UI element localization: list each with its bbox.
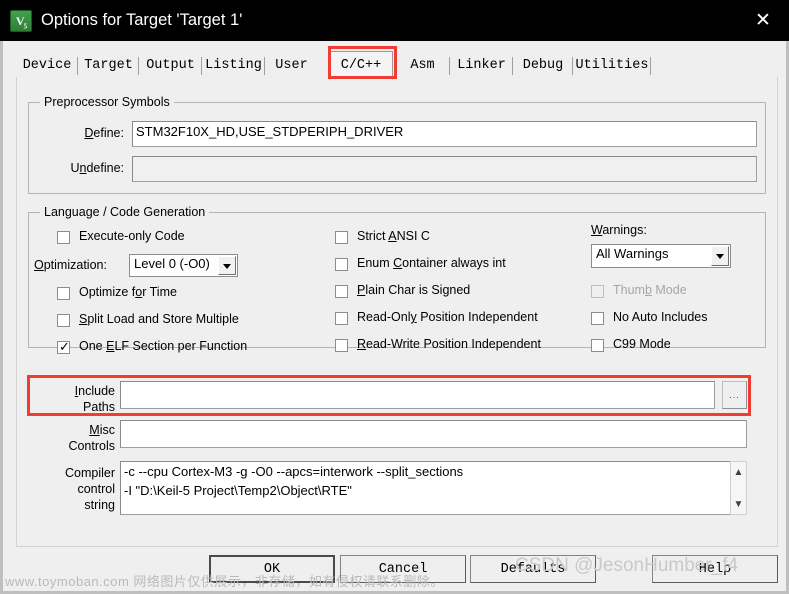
- close-icon[interactable]: ✕: [737, 0, 789, 41]
- undefine-label: Undefine:: [70, 161, 124, 175]
- label-plain-char-signed: Plain Char is Signed: [357, 283, 471, 297]
- options-dialog: V5 Options for Target 'Target 1' ✕ Devic…: [0, 0, 789, 594]
- ellipsis-icon: ...: [729, 390, 740, 400]
- checkbox-c99-mode[interactable]: [591, 339, 604, 352]
- compiler-control-string-label: Compiler control string: [64, 466, 115, 512]
- label-read-only-position-independent: Read-Only Position Independent: [357, 310, 538, 324]
- tab-label: User: [275, 58, 308, 73]
- defaults-button[interactable]: Defaults: [470, 555, 596, 583]
- tab-asm[interactable]: Asm: [395, 53, 450, 78]
- tab-listing[interactable]: Listing: [202, 53, 265, 78]
- checkbox-thumb-mode[interactable]: [591, 285, 604, 298]
- ok-button[interactable]: OK: [209, 555, 335, 583]
- compiler-control-string-input[interactable]: -c --cpu Cortex-M3 -g -O0 --apcs=interwo…: [120, 461, 731, 515]
- language-group: Language / Code Generation Execute-only …: [28, 205, 766, 354]
- tab-label: Linker: [457, 58, 506, 73]
- tab-separator: [650, 57, 651, 75]
- title-bar: V5 Options for Target 'Target 1' ✕: [0, 0, 789, 41]
- label-one-elf-section: One ELF Section per Function: [79, 339, 248, 353]
- checkbox-enum-container-int[interactable]: [335, 258, 348, 271]
- language-group-title: Language / Code Generation: [40, 205, 210, 219]
- define-label: Define:: [84, 126, 124, 140]
- label-read-write-position-independent: Read-Write Position Independent: [357, 337, 541, 351]
- tab-label: Output: [146, 58, 195, 73]
- tab-strip: Device Target Output Listing User C/C++ …: [16, 51, 778, 80]
- warnings-dropdown[interactable]: All Warnings: [591, 244, 731, 268]
- scroll-up-icon[interactable]: ▲: [731, 464, 746, 480]
- label-split-load-store: Split Load and Store Multiple: [79, 312, 239, 326]
- checkbox-split-load-store[interactable]: [57, 314, 70, 327]
- help-button[interactable]: Help: [652, 555, 778, 583]
- scroll-down-icon[interactable]: ▼: [731, 496, 746, 512]
- dialog-body: Device Target Output Listing User C/C++ …: [0, 41, 789, 594]
- checkbox-optimize-for-time[interactable]: [57, 287, 70, 300]
- preprocessor-group: Preprocessor Symbols Define: STM32F10X_H…: [28, 95, 766, 194]
- optimization-dropdown[interactable]: Level 0 (-O0): [129, 254, 238, 277]
- cancel-button[interactable]: Cancel: [340, 555, 466, 583]
- uvision-icon: V5: [10, 9, 32, 32]
- tab-label: C/C++: [340, 58, 382, 73]
- preprocessor-group-title: Preprocessor Symbols: [40, 95, 174, 109]
- tab-utilities[interactable]: Utilities: [573, 53, 651, 78]
- optimization-label: Optimization:: [34, 258, 107, 272]
- tab-label: Listing: [205, 58, 262, 73]
- checkbox-plain-char-signed[interactable]: [335, 285, 348, 298]
- c-cpp-panel: Preprocessor Symbols Define: STM32F10X_H…: [16, 77, 778, 547]
- label-thumb-mode: Thumb Mode: [613, 283, 687, 297]
- checkbox-one-elf-section[interactable]: ✓: [57, 339, 70, 354]
- optimization-value: Level 0 (-O0): [134, 256, 210, 271]
- tab-label: Device: [22, 58, 72, 73]
- checkbox-read-write-position-independent[interactable]: [335, 339, 348, 352]
- undefine-input[interactable]: [132, 156, 757, 182]
- label-enum-container-int: Enum Container always int: [357, 256, 506, 270]
- label-no-auto-includes: No Auto Includes: [613, 310, 708, 324]
- define-input[interactable]: STM32F10X_HD,USE_STDPERIPH_DRIVER: [132, 121, 757, 147]
- compiler-string-scrollbar[interactable]: ▲ ▼: [730, 461, 747, 515]
- checkbox-read-only-position-independent[interactable]: [335, 312, 348, 325]
- misc-controls-label: Misc Controls: [68, 423, 115, 453]
- tab-output[interactable]: Output: [139, 53, 202, 78]
- tab-linker[interactable]: Linker: [450, 53, 513, 78]
- chevron-down-icon[interactable]: [711, 246, 729, 266]
- label-c99-mode: C99 Mode: [613, 337, 671, 351]
- tab-target[interactable]: Target: [78, 53, 139, 78]
- tab-debug[interactable]: Debug: [513, 53, 573, 78]
- tab-label: Target: [84, 58, 133, 73]
- check-mark-icon: ✓: [59, 339, 70, 354]
- warnings-value: All Warnings: [596, 246, 669, 261]
- window-title: Options for Target 'Target 1': [41, 11, 243, 29]
- include-paths-input[interactable]: [120, 381, 715, 409]
- label-optimize-for-time: Optimize for Time: [79, 285, 177, 299]
- checkbox-execute-only-code[interactable]: [57, 231, 70, 244]
- include-paths-browse-button[interactable]: ...: [722, 381, 747, 409]
- tab-user[interactable]: User: [265, 53, 318, 78]
- tab-label: Asm: [410, 58, 435, 73]
- warnings-label: Warnings:: [591, 223, 647, 237]
- label-execute-only-code: Execute-only Code: [79, 229, 185, 243]
- tab-label: Utilities: [575, 58, 649, 73]
- label-strict-ansi-c: Strict ANSI C: [357, 229, 430, 243]
- include-paths-label: Include Paths: [74, 384, 115, 414]
- tab-device[interactable]: Device: [16, 53, 78, 78]
- tab-c-cpp[interactable]: C/C++: [329, 51, 393, 80]
- chevron-down-icon[interactable]: [218, 256, 236, 275]
- checkbox-strict-ansi-c[interactable]: [335, 231, 348, 244]
- misc-controls-input[interactable]: [120, 420, 747, 448]
- tab-label: Debug: [522, 58, 564, 73]
- checkbox-no-auto-includes[interactable]: [591, 312, 604, 325]
